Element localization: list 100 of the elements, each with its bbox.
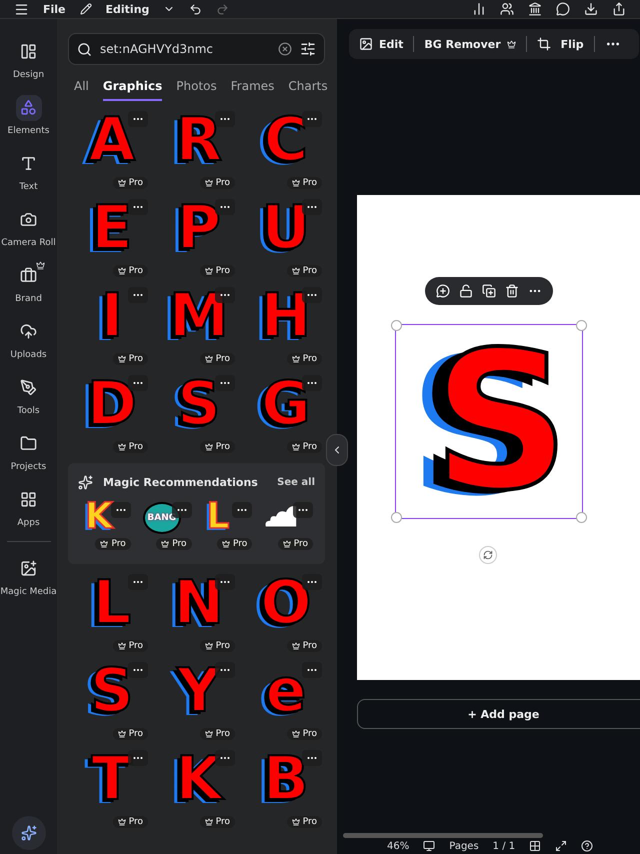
sidebar-item[interactable]: Magic Media [0,550,57,602]
trash-icon[interactable] [505,284,520,298]
crown-icon [506,40,516,48]
letter-graphic[interactable]: D [81,379,137,430]
sidebar-item[interactable]: Design [0,33,57,85]
more-button[interactable] [215,375,235,391]
pro-badge: Pro [200,265,235,277]
add-page-button[interactable]: + Add page [357,699,640,729]
grid-icon[interactable] [529,840,542,852]
tab[interactable]: Frames [230,79,274,101]
letter-graphic[interactable]: P [171,203,221,254]
section-title: Magic Recommendations [103,476,259,489]
pro-badge: Pro [216,538,252,550]
sidebar-item[interactable]: Tools [0,369,57,421]
undo-icon[interactable] [189,2,202,16]
briefcase-icon [20,267,37,284]
letter-graphic[interactable]: U [256,203,310,254]
people-icon[interactable] [500,2,514,16]
collapse-handle[interactable] [326,434,348,466]
pages-button[interactable]: Pages [449,840,479,852]
letter-graphic[interactable]: e [260,666,306,717]
letter-graphic[interactable]: R [170,115,222,166]
letter-graphic[interactable]: I [94,291,124,342]
more-button[interactable] [128,574,148,590]
sidebar-item[interactable]: Uploads [0,313,57,365]
rotate-button[interactable] [479,546,497,564]
sidebar-item[interactable]: Elements [0,89,57,141]
search-bar[interactable]: set:nAGHVYd3nmc [68,33,325,65]
letter-graphic[interactable]: M [163,291,229,342]
page-count: 1 / 1 [492,840,516,852]
crop-icon[interactable] [536,37,551,51]
unlock-icon[interactable] [458,284,473,298]
crown-icon [118,355,126,363]
tab[interactable]: All [74,79,89,101]
pro-badge: Pro [112,177,148,189]
pro-badge: Pro [112,265,148,277]
more-button[interactable] [128,287,148,303]
columns-icon[interactable] [528,2,542,16]
letter-graphic[interactable]: N [168,578,224,629]
more-button[interactable] [232,502,252,518]
zoom-level[interactable]: 46% [387,840,410,852]
duplicate-icon[interactable] [482,284,496,298]
pen-icon [20,379,37,396]
resize-handle[interactable] [576,512,587,523]
sidebar-item[interactable]: Apps [0,481,57,533]
resize-handle[interactable] [391,320,402,331]
pro-badge: Pro [286,353,322,365]
editing-mode-menu[interactable]: Editing [106,2,150,16]
letter-graphic[interactable]: T [86,754,132,805]
assistant-button[interactable] [12,816,46,850]
help-icon[interactable] [581,840,594,852]
sidebar-item[interactable]: Camera Roll [0,201,57,253]
sidebar-item[interactable]: Projects [0,425,57,477]
pro-badge: Pro [112,353,148,365]
letter-graphic[interactable]: Y [171,666,221,717]
letter-graphic[interactable]: K [170,754,222,805]
letter-graphic[interactable]: L [204,502,230,533]
letter-graphic[interactable]: L [86,578,132,629]
menu-icon[interactable] [14,2,29,16]
bg-remover-button[interactable]: BG Remover [424,38,516,50]
more-button[interactable] [302,662,322,678]
comment-add-icon[interactable] [436,284,450,298]
expand-icon[interactable] [555,840,568,852]
search-field[interactable]: set:nAGHVYd3nmc [100,40,270,58]
letter-graphic[interactable]: B [257,754,309,805]
letter-graphic[interactable]: E [86,203,132,254]
letter-graphic[interactable]: S [84,666,134,717]
chart-icon[interactable] [472,2,486,16]
letter-graphic[interactable]: K [82,502,113,533]
more-button[interactable] [293,502,313,518]
share-icon[interactable] [612,2,626,16]
comment-icon[interactable] [556,2,570,16]
letter-graphic[interactable]: O [254,578,312,629]
letter-graphic[interactable]: S [171,379,221,430]
sidebar-item[interactable]: Brand [0,257,57,309]
tab[interactable]: Charts [288,79,328,101]
redo-icon[interactable] [216,2,230,16]
crown-icon [292,642,300,650]
see-all-link[interactable]: See all [277,477,315,488]
letter-graphic[interactable]: G [255,379,311,430]
tab[interactable]: Graphics [102,79,162,101]
pro-badge: Pro [286,728,322,740]
edit-button[interactable]: Edit [359,37,404,51]
resize-handle[interactable] [391,512,402,523]
pro-badge: Pro [112,441,148,453]
more-button[interactable] [128,199,148,215]
more-button[interactable] [128,662,148,678]
tab[interactable]: Photos [176,79,217,101]
letter-graphic[interactable]: S [408,340,570,502]
download-icon[interactable] [584,2,598,16]
flip-button[interactable]: Flip [560,38,584,50]
letter-graphic[interactable]: C [258,115,308,166]
filter-icon[interactable] [300,41,316,57]
crown-icon [118,179,126,187]
letter-graphic[interactable]: H [254,291,312,342]
letter-graphic[interactable]: A [82,115,136,166]
file-menu[interactable]: File [43,2,66,16]
resize-handle[interactable] [576,320,587,331]
sidebar-item[interactable]: Text [0,145,57,197]
clear-icon[interactable] [278,42,292,56]
